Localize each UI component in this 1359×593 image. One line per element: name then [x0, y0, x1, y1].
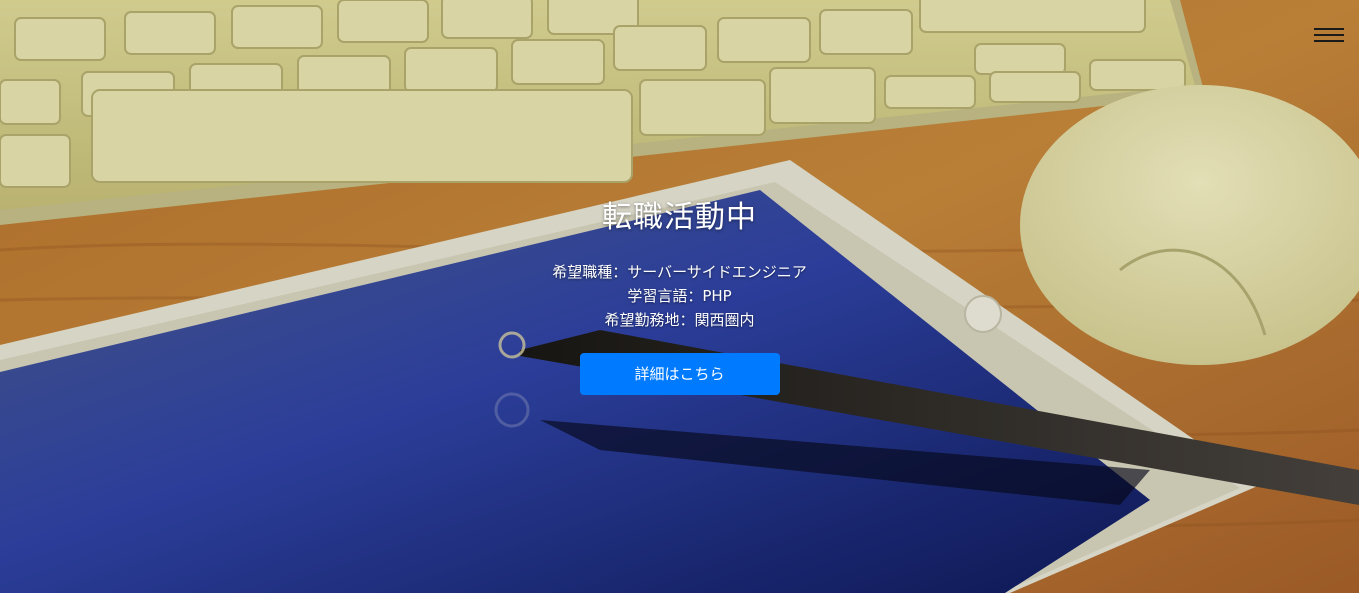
learning-language-line: 学習言語：PHP — [627, 287, 732, 305]
hamburger-menu-icon[interactable] — [1313, 24, 1345, 46]
details-button[interactable]: 詳細はこちら — [579, 353, 780, 395]
menu-bar-bottom — [1314, 40, 1344, 42]
page-title: 転職活動中 — [602, 200, 757, 235]
profile-summary: 希望職種：サーバーサイドエンジニア 学習言語：PHP 希望勤務地：関西圏内 — [0, 260, 1359, 332]
menu-bar-middle — [1314, 34, 1344, 36]
desired-location-line: 希望勤務地：関西圏内 — [604, 311, 755, 329]
menu-bar-top — [1314, 28, 1344, 30]
hero-content: 転職活動中 希望職種：サーバーサイドエンジニア 学習言語：PHP 希望勤務地：関… — [0, 196, 1359, 395]
desired-job-line: 希望職種：サーバーサイドエンジニア — [552, 263, 807, 281]
hero-section: 転職活動中 希望職種：サーバーサイドエンジニア 学習言語：PHP 希望勤務地：関… — [0, 0, 1359, 593]
